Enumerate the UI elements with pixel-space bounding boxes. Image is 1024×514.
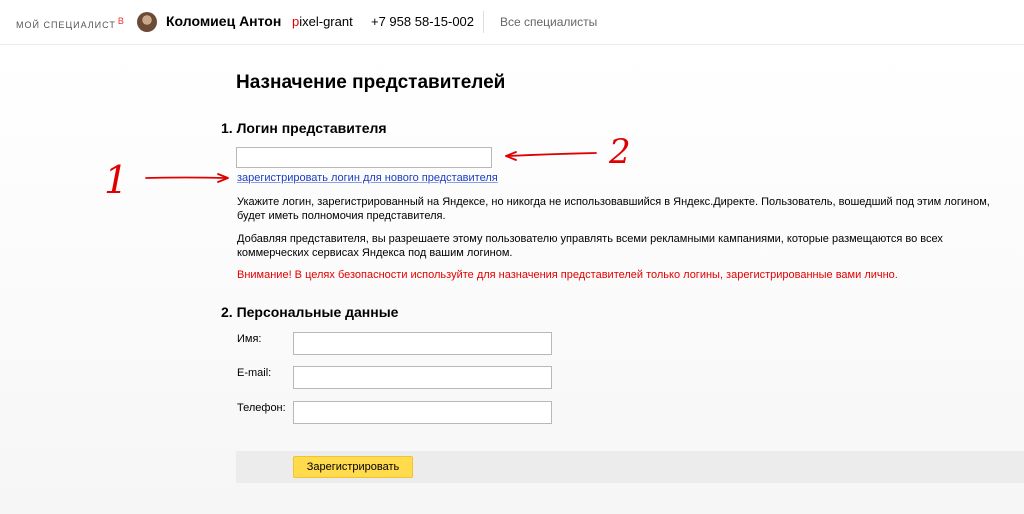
help-text-login: Укажите логин, зарегистрированный на Янд… [237, 196, 990, 222]
page-title: Назначение представителей [236, 72, 506, 93]
email-label: E-mail: [237, 367, 272, 379]
phone-label: Телефон: [237, 402, 286, 414]
phone-input[interactable] [293, 401, 552, 424]
section-login-title: 1. Логин представителя [221, 120, 387, 136]
email-input[interactable] [293, 366, 552, 389]
name-label: Имя: [237, 333, 262, 345]
client-login-rest: ixel-grant [299, 14, 353, 29]
all-specialists-link[interactable]: Все специалисты [500, 15, 597, 29]
header-divider [483, 11, 484, 33]
name-input[interactable] [293, 332, 552, 355]
brand-logo[interactable]: мой специалист β [16, 16, 124, 30]
help-text-permissions: Добавляя представителя, вы разрешаете эт… [237, 233, 943, 259]
security-warning: Внимание! В целях безопасности используй… [237, 269, 898, 281]
section-personal-title: 2. Персональные данные [221, 304, 399, 320]
avatar[interactable] [137, 12, 157, 32]
representative-login-input[interactable] [236, 147, 492, 168]
client-login[interactable]: pixel-grant [292, 14, 353, 29]
beta-badge: β [117, 16, 124, 26]
register-new-login-link[interactable]: зарегистрировать логин для нового предст… [237, 172, 498, 184]
brand-text: мой специалист [16, 20, 116, 30]
user-name[interactable]: Коломиец Антон [166, 13, 281, 29]
top-bar: мой специалист β Коломиец Антон pixel-gra… [0, 0, 1024, 45]
register-button[interactable]: Зарегистрировать [293, 456, 413, 478]
phone-number: +7 958 58-15-002 [371, 14, 475, 29]
